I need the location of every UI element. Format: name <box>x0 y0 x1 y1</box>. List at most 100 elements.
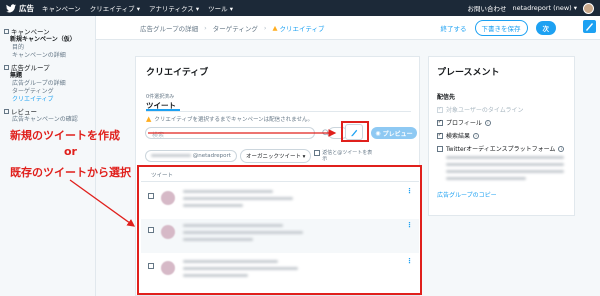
annotation-or: or <box>64 145 77 158</box>
blurred-description-line <box>446 156 564 159</box>
divider <box>141 181 419 182</box>
placement-option-label: Twitterオーディエンスプラットフォーム <box>446 146 556 153</box>
info-icon[interactable]: i <box>484 119 491 126</box>
brand-logo[interactable]: 広告 <box>6 3 34 14</box>
account-handle: @netadreport <box>192 153 231 159</box>
include-replies-checkbox[interactable] <box>314 150 321 156</box>
sidebar-item-campaign-details[interactable]: キャンペーンの詳細 <box>4 52 91 60</box>
blurred-tweet-text <box>183 231 303 234</box>
organic-tweets-dropdown[interactable]: オーガニックツイート ▾ <box>239 149 312 163</box>
tweet-select-checkbox[interactable] <box>148 263 154 269</box>
placement-option-profile[interactable]: ✓ プロフィール i <box>437 118 566 127</box>
include-replies-toggle[interactable]: 返信と@ツイートを表示 <box>314 150 374 162</box>
creative-warning: ▲ クリエイティブを選択するまでキャンペーンは配信されません。 <box>146 115 313 123</box>
search-input[interactable]: 検索 <box>145 127 315 139</box>
breadcrumb-current-label: クリエイティブ <box>279 24 325 33</box>
warning-icon: ▲ <box>272 23 278 32</box>
sidebar-item-targeting[interactable]: ターゲティング <box>4 88 91 96</box>
sidebar-section-ad-group[interactable]: 広告グループ <box>4 62 91 72</box>
blurred-tweet-text <box>183 190 273 193</box>
checkbox-checked-icon: ✓ <box>437 106 443 113</box>
tweet-list-header: ツイート <box>151 173 174 179</box>
twitter-bird-icon <box>6 3 16 12</box>
nav-creatives[interactable]: クリエイティブ ▾ <box>90 3 140 13</box>
sidebar-item-untitled[interactable]: 無題 <box>4 72 91 80</box>
highlight-new-tweet-box <box>341 121 369 142</box>
sidebar-section-label: 広告グループ <box>11 64 50 72</box>
checkbox-checked-icon[interactable]: ✓ <box>437 119 443 126</box>
tweet-filter-row: @netadreport オーガニックツイート ▾ 返信と@ツイートを表示 <box>145 149 374 163</box>
checkbox-unchecked-icon[interactable] <box>437 145 443 152</box>
breadcrumb-current[interactable]: ▲ クリエイティブ <box>272 23 324 33</box>
nav-analytics[interactable]: アナリティクス ▾ <box>149 3 199 13</box>
help-link[interactable]: お問い合わせ <box>467 3 506 13</box>
sidebar-item-review-campaign[interactable]: 広告キャンペーンの確認 <box>4 116 91 124</box>
breadcrumb: 広告グループの詳細 › ターゲティング › ▲ クリエイティブ 終了する 下書き… <box>96 16 600 40</box>
preview-label: プレビュー <box>382 130 413 138</box>
tab-tweets[interactable]: 0件選択済み ツイート <box>146 93 180 111</box>
tweet-select-checkbox[interactable] <box>148 193 154 199</box>
divider <box>146 111 411 112</box>
blurred-account-name <box>151 154 191 157</box>
campaign-sidebar: キャンペーン 新規キャンペーン（仮） 目的 キャンペーンの詳細 広告グループ 無… <box>0 16 96 296</box>
blurred-tweet-text <box>183 260 278 263</box>
blurred-tweet-text <box>183 224 283 227</box>
info-icon[interactable]: i <box>473 132 480 139</box>
placement-option-search[interactable]: ✓ 検索結果 i <box>437 131 566 140</box>
eye-icon: ◉ <box>375 129 381 137</box>
section-checkbox-icon <box>4 64 9 70</box>
placement-option-audience-platform[interactable]: Twitterオーディエンスプラットフォーム i <box>437 144 566 153</box>
sidebar-item-new-campaign[interactable]: 新規キャンペーン（仮） <box>4 36 91 44</box>
placement-option-label: プロフィール <box>446 120 482 127</box>
tweet-row[interactable]: ⋮ <box>141 185 419 219</box>
breadcrumb-targeting[interactable]: ターゲティング <box>213 23 258 33</box>
annotation-existing-tweet: 既存のツイートから選択 <box>10 166 131 179</box>
sidebar-item-creative[interactable]: クリエイティブ <box>4 96 91 104</box>
breadcrumb-separator-icon: › <box>263 23 267 32</box>
sidebar-section-label: キャンペーン <box>11 28 50 36</box>
next-button[interactable]: 次 <box>535 20 556 35</box>
nav-campaigns[interactable]: キャンペーン <box>42 3 81 13</box>
placement-option-label: 対象ユーザーのタイムライン <box>446 107 524 114</box>
more-options-icon[interactable]: ⋮ <box>406 222 413 229</box>
tweet-avatar <box>161 261 175 275</box>
tweet-list: ツイート ⋮ ⋮ ⋮ <box>137 165 422 295</box>
more-options-icon[interactable]: ⋮ <box>406 188 413 195</box>
blurred-tweet-text <box>183 204 243 207</box>
copy-ad-group-link[interactable]: 広告グループのコピー <box>437 190 566 199</box>
section-checkbox-icon <box>4 108 9 114</box>
save-draft-button[interactable]: 下書きを保存 <box>474 19 528 36</box>
blurred-tweet-text <box>183 238 253 241</box>
sidebar-section-label: レビュー <box>11 108 37 116</box>
checkbox-checked-icon[interactable]: ✓ <box>437 132 443 139</box>
compose-tweet-corner-button[interactable] <box>583 20 596 33</box>
include-replies-label: 返信と@ツイートを表示 <box>322 150 373 162</box>
sidebar-item-ad-group-details[interactable]: 広告グループの詳細 <box>4 80 91 88</box>
sidebar-section-campaign[interactable]: キャンペーン <box>4 26 91 36</box>
sidebar-section-review[interactable]: レビュー <box>4 106 91 116</box>
blurred-tweet-text <box>183 197 293 200</box>
finish-button[interactable]: 終了する <box>441 23 467 33</box>
warning-text: クリエイティブを選択するまでキャンペーンは配信されません。 <box>154 117 314 123</box>
avatar[interactable] <box>583 2 594 14</box>
tweet-row[interactable]: ⋮ <box>141 219 419 253</box>
blurred-description-line <box>446 163 564 166</box>
info-icon[interactable]: i <box>558 145 565 152</box>
nav-tools[interactable]: ツール ▾ <box>208 3 233 13</box>
blurred-description-line <box>446 170 564 173</box>
preview-button[interactable]: ◉ プレビュー <box>371 127 417 139</box>
quill-icon <box>586 23 593 31</box>
sidebar-item-objective[interactable]: 目的 <box>4 44 91 52</box>
tweet-row[interactable]: ⋮ <box>141 255 419 289</box>
tweet-select-checkbox[interactable] <box>148 227 154 233</box>
annotation-new-tweet: 新規のツイートを作成 <box>10 129 120 142</box>
warning-icon: ▲ <box>146 115 152 123</box>
account-filter-chip[interactable]: @netadreport <box>145 150 237 162</box>
account-switcher[interactable]: netadreport (new) ▾ <box>512 4 577 12</box>
more-options-icon[interactable]: ⋮ <box>406 258 413 265</box>
tweet-avatar <box>161 191 175 205</box>
placement-panel: プレースメント 配信先 ✓ 対象ユーザーのタイムライン ✓ プロフィール i ✓… <box>428 56 575 216</box>
blurred-tweet-text <box>183 267 298 270</box>
top-nav-bar: 広告 キャンペーン クリエイティブ ▾ アナリティクス ▾ ツール ▾ お問い合… <box>0 0 600 16</box>
breadcrumb-ad-group-details[interactable]: 広告グループの詳細 <box>140 23 198 33</box>
